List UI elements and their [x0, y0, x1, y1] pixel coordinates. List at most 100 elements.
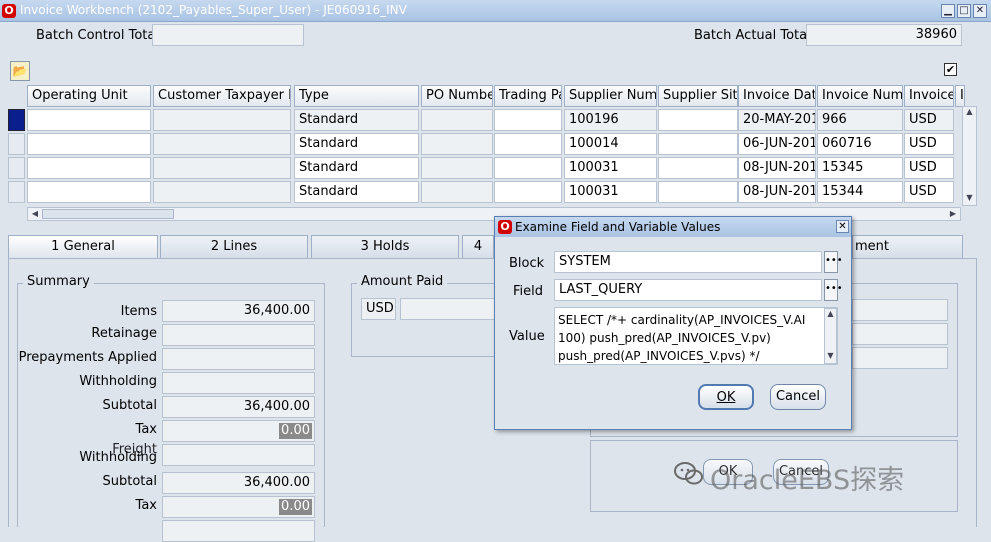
maximize-icon[interactable]: □ [957, 4, 971, 18]
cell-operating-unit[interactable] [27, 181, 151, 203]
cell-type[interactable]: Standard [294, 109, 419, 131]
cell-trading-partner[interactable] [494, 109, 562, 131]
cell-invoice-date[interactable]: 06-JUN-2016 [738, 133, 816, 155]
tab-fourth[interactable]: 4 [462, 235, 494, 258]
scroll-up-icon[interactable]: ▲ [825, 309, 836, 321]
tab-lines[interactable]: 2 Lines [160, 235, 308, 258]
cell-customer-taxpayer-id[interactable] [153, 157, 291, 179]
cell-invoice-currency[interactable]: USD [904, 109, 954, 131]
cell-trading-partner[interactable] [494, 133, 562, 155]
cell-po-number[interactable] [421, 133, 493, 155]
cell-operating-unit[interactable] [27, 133, 151, 155]
cell-invoice-num[interactable]: 15345 [817, 157, 903, 179]
cell-supplier-site[interactable] [658, 181, 738, 203]
cell-supplier-site[interactable] [658, 109, 738, 131]
column-supplier-num[interactable]: Supplier Num [564, 85, 657, 107]
cancel-button[interactable]: Cancel [770, 384, 826, 410]
cell-trading-partner[interactable] [494, 181, 562, 203]
right-field-3[interactable] [852, 347, 948, 369]
subtotal2-field[interactable]: 36,400.00 [162, 472, 315, 494]
cell-po-number[interactable] [421, 157, 493, 179]
cell-supplier-site[interactable] [658, 133, 738, 155]
cell-supplier-num[interactable]: 100014 [564, 133, 657, 155]
items-field[interactable]: 36,400.00 [162, 300, 315, 322]
column-type[interactable]: Type [294, 85, 419, 107]
tax2-field[interactable]: 0.00 [162, 496, 315, 518]
cell-type[interactable]: Standard [294, 133, 419, 155]
freight2-field[interactable] [162, 520, 315, 542]
scroll-left-icon[interactable]: ◀ [30, 208, 40, 220]
block-lov-button[interactable]: ••• [824, 251, 843, 273]
close-icon[interactable]: ✕ [973, 4, 987, 18]
row-selector-current[interactable] [8, 109, 25, 131]
cell-po-number[interactable] [421, 181, 493, 203]
scroll-right-icon[interactable]: ▶ [948, 208, 958, 220]
ok-button[interactable]: OK [698, 384, 754, 410]
value-scrollbar[interactable]: ▲ ▼ [824, 308, 837, 364]
value-textarea[interactable]: SELECT /*+ cardinality(AP_INVOICES_V.AI … [554, 307, 838, 365]
withholding-ghost-label: Withholding [79, 450, 157, 465]
cell-customer-taxpayer-id[interactable] [153, 181, 291, 203]
cell-invoice-date[interactable]: 08-JUN-2016 [738, 157, 816, 179]
cell-supplier-site[interactable] [658, 157, 738, 179]
cell-invoice-currency[interactable]: USD [904, 157, 954, 179]
cell-operating-unit[interactable] [27, 109, 151, 131]
cell-operating-unit[interactable] [27, 157, 151, 179]
prepayments-applied-field[interactable] [162, 348, 315, 370]
column-trading-partner[interactable]: Trading Pa [494, 85, 562, 107]
cell-trading-partner[interactable] [494, 157, 562, 179]
cell-invoice-num[interactable]: 15344 [817, 181, 903, 203]
cell-supplier-num[interactable]: 100031 [564, 157, 657, 179]
row-selector[interactable] [8, 181, 25, 203]
column-invoice-currency[interactable]: Invoice [904, 85, 954, 107]
cell-type[interactable]: Standard [294, 181, 419, 203]
dialog-close-icon[interactable]: ✕ [836, 220, 849, 233]
freight-field[interactable] [162, 444, 315, 466]
cell-po-number[interactable] [421, 109, 493, 131]
column-po-number[interactable]: PO Number [421, 85, 493, 107]
cell-invoice-num[interactable]: 966 [817, 109, 903, 131]
column-customer-taxpayer-id[interactable]: Customer Taxpayer ID [153, 85, 291, 107]
amount-paid-currency[interactable]: USD [361, 298, 396, 320]
column-invoice-date[interactable]: Invoice Date [738, 85, 816, 107]
batch-control-total-field[interactable] [152, 24, 304, 46]
cell-type[interactable]: Standard [294, 157, 419, 179]
column-operating-unit[interactable]: Operating Unit [27, 85, 151, 107]
cell-invoice-num[interactable]: 060716 [817, 133, 903, 155]
tab-holds[interactable]: 3 Holds [311, 235, 459, 258]
batch-actual-total-field[interactable]: 38960 [806, 24, 962, 46]
right-field-1[interactable] [852, 299, 948, 321]
column-overflow[interactable]: I [955, 85, 965, 107]
scroll-up-icon[interactable]: ▲ [963, 107, 976, 119]
tax-field[interactable]: 0.00 [162, 420, 315, 442]
cell-invoice-currency[interactable]: USD [904, 181, 954, 203]
tab-payment-applications[interactable]: ment Applications [852, 235, 963, 276]
subtotal-field[interactable]: 36,400.00 [162, 396, 315, 418]
block-field[interactable]: SYSTEM [554, 251, 822, 273]
grid-vertical-scrollbar[interactable]: ▲ ▼ [962, 106, 977, 206]
column-invoice-num[interactable]: Invoice Num [817, 85, 903, 107]
row-selector[interactable] [8, 157, 25, 179]
right-field-2[interactable] [852, 323, 948, 345]
cell-supplier-num[interactable]: 100196 [564, 109, 657, 131]
retainage-field[interactable] [162, 324, 315, 346]
cell-customer-taxpayer-id[interactable] [153, 133, 291, 155]
field-lov-button[interactable]: ••• [824, 279, 843, 301]
folder-open-icon[interactable]: 📂 [10, 61, 30, 81]
field-field[interactable]: LAST_QUERY [554, 279, 822, 301]
row-selector[interactable] [8, 133, 25, 155]
horizontal-scroll-thumb[interactable] [42, 209, 174, 219]
amount-paid-field[interactable] [400, 298, 496, 320]
scroll-down-icon[interactable]: ▼ [825, 351, 836, 363]
cell-invoice-date[interactable]: 20-MAY-201 [738, 109, 816, 131]
cell-customer-taxpayer-id[interactable] [153, 109, 291, 131]
scroll-down-icon[interactable]: ▼ [964, 193, 975, 205]
select-checkbox[interactable]: ✔ [944, 63, 957, 76]
minimize-icon[interactable]: ▁ [941, 4, 955, 18]
column-supplier-site[interactable]: Supplier Site [658, 85, 738, 107]
cell-invoice-currency[interactable]: USD [904, 133, 954, 155]
cell-invoice-date[interactable]: 08-JUN-2016 [738, 181, 816, 203]
withholding-field[interactable] [162, 372, 315, 394]
cell-supplier-num[interactable]: 100031 [564, 181, 657, 203]
tab-general[interactable]: 1 General [8, 235, 158, 259]
